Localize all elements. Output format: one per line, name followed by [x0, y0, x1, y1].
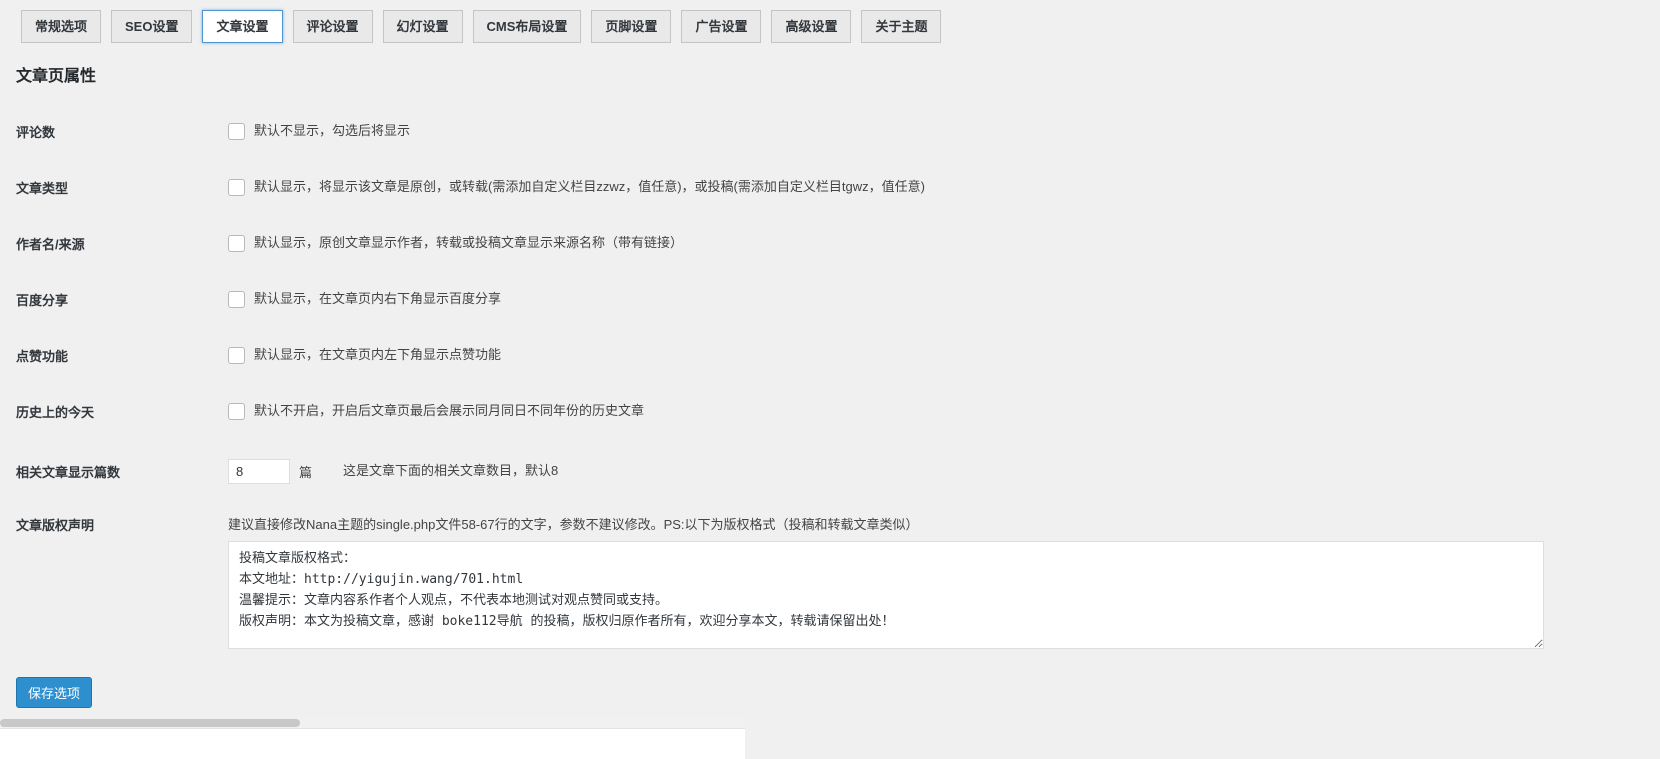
author-source-desc: 默认显示，原创文章显示作者，转载或投稿文章显示来源名称（带有链接） [254, 234, 683, 252]
history-today-checkbox[interactable] [228, 403, 245, 420]
tab-seo-settings[interactable]: SEO设置 [111, 10, 192, 43]
row-related-count: 相关文章显示篇数 篇 这是文章下面的相关文章数目，默认8 [0, 439, 1660, 503]
history-today-desc: 默认不开启，开启后文章页最后会展示同月同日不同年份的历史文章 [254, 402, 644, 420]
tab-article-settings[interactable]: 文章设置 [202, 10, 282, 43]
row-history-today: 历史上的今天 默认不开启，开启后文章页最后会展示同月同日不同年份的历史文章 [0, 383, 1660, 439]
post-type-desc: 默认显示，将显示该文章是原创，或转载(需添加自定义栏目zzwz，值任意)，或投稿… [254, 178, 925, 196]
tab-general-options[interactable]: 常规选项 [21, 10, 101, 43]
save-options-button[interactable]: 保存选项 [16, 677, 92, 708]
like-feature-checkbox[interactable] [228, 347, 245, 364]
bottom-content-strip [0, 718, 745, 759]
tab-advanced-settings[interactable]: 高级设置 [771, 10, 851, 43]
settings-tabbar: 常规选项 SEO设置 文章设置 评论设置 幻灯设置 CMS布局设置 页脚设置 广… [0, 0, 1660, 43]
comment-count-label: 评论数 [0, 122, 228, 141]
like-feature-label: 点赞功能 [0, 346, 228, 365]
article-settings-form: 评论数 默认不显示，勾选后将显示 文章类型 默认显示，将显示该文章是原创，或转载… [0, 103, 1660, 649]
history-today-label: 历史上的今天 [0, 402, 228, 421]
baidu-share-checkbox[interactable] [228, 291, 245, 308]
row-comment-count: 评论数 默认不显示，勾选后将显示 [0, 103, 1660, 159]
tab-about-theme[interactable]: 关于主题 [861, 10, 941, 43]
tab-cms-layout-settings[interactable]: CMS布局设置 [473, 10, 582, 43]
copyright-textarea[interactable]: 投稿文章版权格式： 本文地址：http://yigujin.wang/701.h… [228, 541, 1544, 649]
related-count-desc: 这是文章下面的相关文章数目，默认8 [343, 462, 558, 480]
page-title: 文章页属性 [16, 67, 1660, 87]
related-count-label: 相关文章显示篇数 [0, 462, 228, 481]
comment-count-desc: 默认不显示，勾选后将显示 [254, 122, 410, 140]
row-post-type: 文章类型 默认显示，将显示该文章是原创，或转载(需添加自定义栏目zzwz，值任意… [0, 159, 1660, 215]
horizontal-scrollbar-thumb[interactable] [0, 719, 300, 727]
row-baidu-share: 百度分享 默认显示，在文章页内右下角显示百度分享 [0, 271, 1660, 327]
row-author-source: 作者名/来源 默认显示，原创文章显示作者，转载或投稿文章显示来源名称（带有链接） [0, 215, 1660, 271]
row-like-feature: 点赞功能 默认显示，在文章页内左下角显示点赞功能 [0, 327, 1660, 383]
like-feature-desc: 默认显示，在文章页内左下角显示点赞功能 [254, 346, 501, 364]
horizontal-scrollbar[interactable] [0, 718, 745, 729]
copyright-label: 文章版权声明 [0, 515, 228, 534]
baidu-share-label: 百度分享 [0, 290, 228, 309]
tab-ad-settings[interactable]: 广告设置 [681, 10, 761, 43]
tab-slideshow-settings[interactable]: 幻灯设置 [383, 10, 463, 43]
author-source-checkbox[interactable] [228, 235, 245, 252]
copyright-desc: 建议直接修改Nana主题的single.php文件58-67行的文字，参数不建议… [228, 515, 1660, 533]
tab-comment-settings[interactable]: 评论设置 [293, 10, 373, 43]
comment-count-checkbox[interactable] [228, 123, 245, 140]
row-copyright: 文章版权声明 建议直接修改Nana主题的single.php文件58-67行的文… [0, 503, 1660, 649]
author-source-label: 作者名/来源 [0, 234, 228, 253]
related-count-input[interactable] [228, 459, 290, 484]
baidu-share-desc: 默认显示，在文章页内右下角显示百度分享 [254, 290, 501, 308]
tab-footer-settings[interactable]: 页脚设置 [591, 10, 671, 43]
related-count-unit: 篇 [299, 462, 312, 481]
post-type-label: 文章类型 [0, 178, 228, 197]
post-type-checkbox[interactable] [228, 179, 245, 196]
